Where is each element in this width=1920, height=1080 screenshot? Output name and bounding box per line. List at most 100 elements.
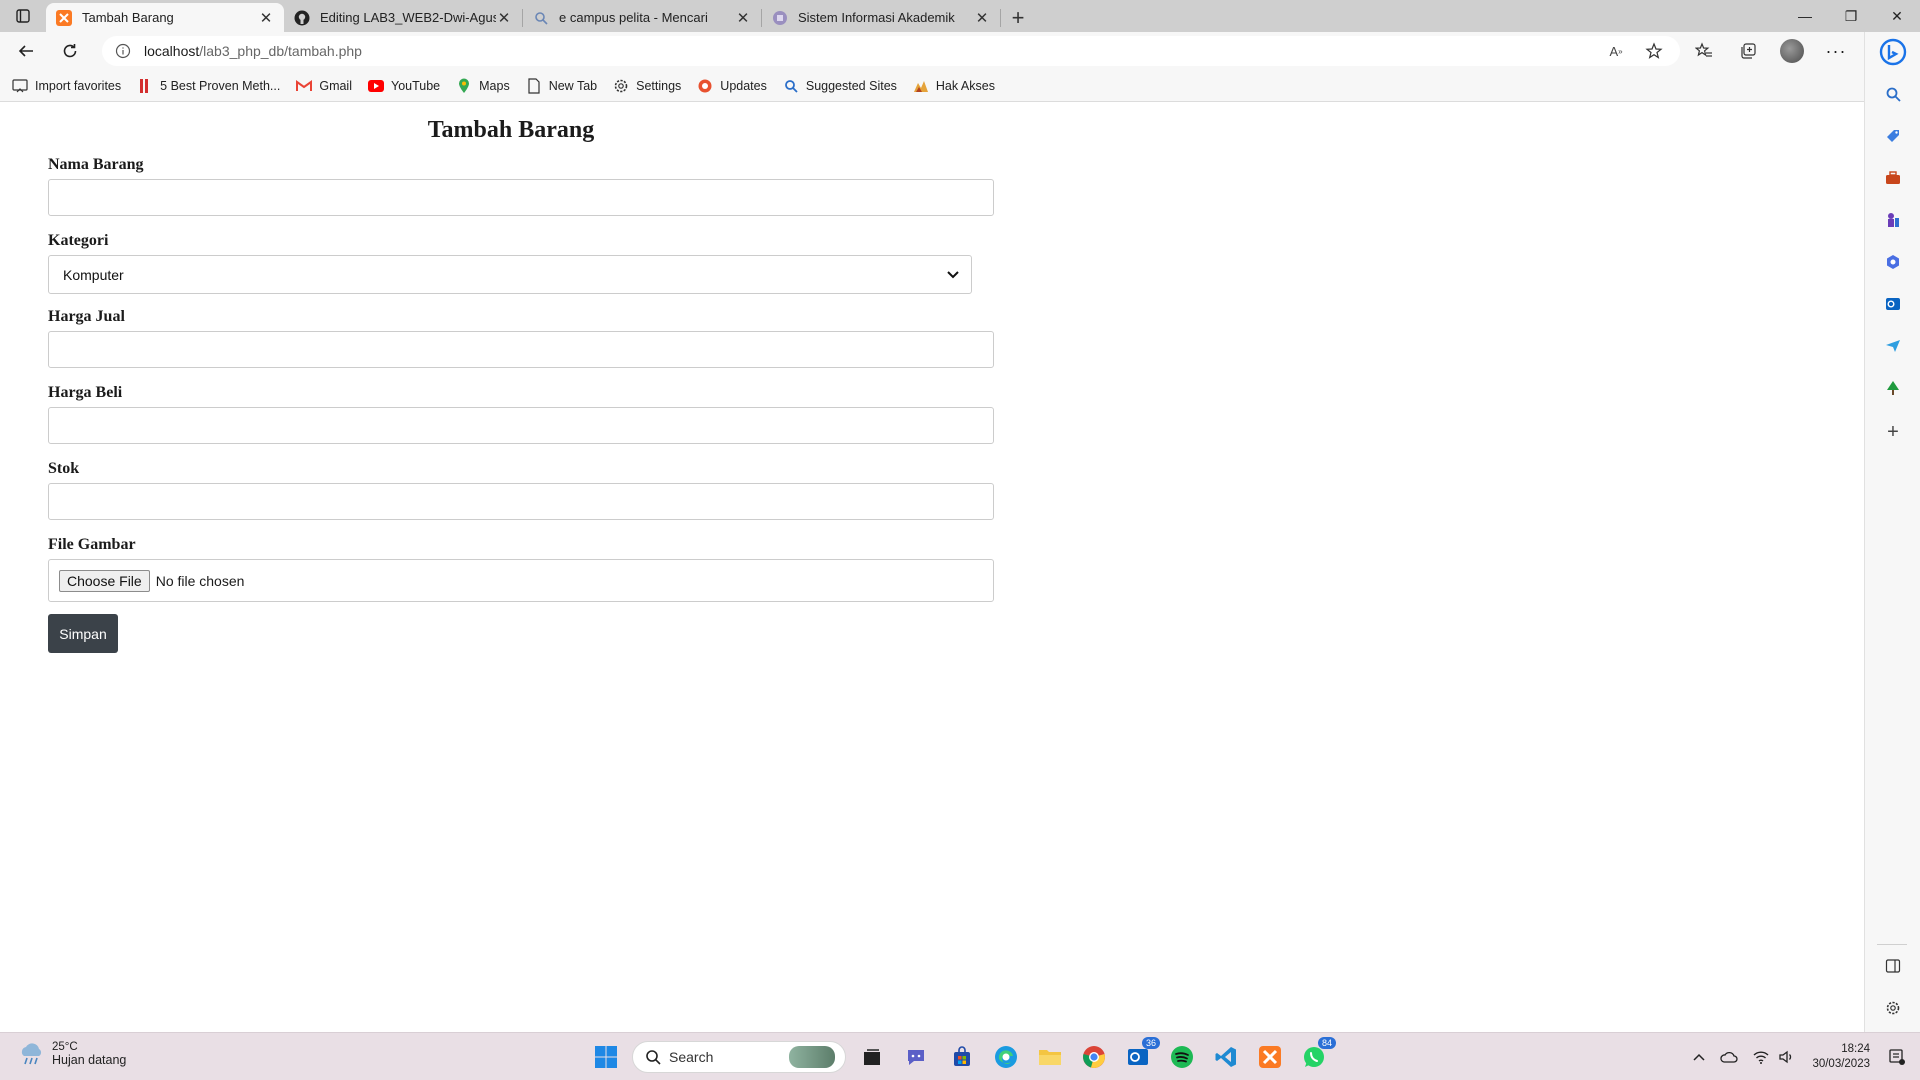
tab-siakad[interactable]: Sistem Informasi Akademik ✕ bbox=[762, 3, 1000, 32]
add-favorite-icon[interactable] bbox=[1640, 37, 1668, 65]
xampp-icon bbox=[1259, 1046, 1281, 1068]
ellipsis-icon: ··· bbox=[1825, 40, 1847, 61]
stok-input[interactable] bbox=[48, 483, 994, 520]
minimize-button[interactable]: — bbox=[1782, 0, 1828, 32]
vscode-button[interactable] bbox=[1210, 1041, 1242, 1073]
fav-maps[interactable]: Maps bbox=[456, 78, 510, 94]
xampp-button[interactable] bbox=[1254, 1041, 1286, 1073]
bing-copilot-icon[interactable] bbox=[1877, 36, 1909, 68]
close-icon[interactable]: ✕ bbox=[258, 10, 274, 27]
fav-label: New Tab bbox=[548, 78, 598, 93]
collections-button[interactable] bbox=[1728, 35, 1768, 67]
tab-github[interactable]: Editing LAB3_WEB2-Dwi-Agus-H ✕ bbox=[284, 3, 522, 32]
shopping-tag-icon[interactable] bbox=[1883, 126, 1903, 146]
fav-new-tab[interactable]: New Tab bbox=[526, 77, 598, 94]
outlook-badge: 36 bbox=[1141, 1037, 1160, 1049]
show-hidden-icons-button[interactable] bbox=[1686, 1044, 1712, 1070]
fav-updates[interactable]: Updates bbox=[697, 78, 767, 94]
task-view-button[interactable] bbox=[856, 1041, 888, 1073]
send-plane-icon[interactable] bbox=[1883, 336, 1903, 356]
spotify-button[interactable] bbox=[1166, 1041, 1198, 1073]
tab-title: e campus pelita - Mencari bbox=[559, 10, 708, 25]
search-icon bbox=[533, 10, 549, 26]
gmail-icon bbox=[296, 78, 313, 94]
fav-settings[interactable]: Settings bbox=[613, 78, 681, 94]
outlook-taskbar-button[interactable]: 36 bbox=[1122, 1037, 1160, 1073]
screen: Tambah Barang ✕ Editing LAB3_WEB2-Dwi-Ag… bbox=[0, 0, 1920, 1080]
fav-import-favorites[interactable]: Import favorites bbox=[12, 78, 121, 94]
fav-youtube[interactable]: YouTube bbox=[368, 78, 440, 94]
games-chess-icon[interactable] bbox=[1883, 210, 1903, 230]
refresh-icon bbox=[63, 44, 77, 58]
info-icon[interactable] bbox=[114, 42, 132, 60]
nama-barang-input[interactable] bbox=[48, 179, 994, 216]
tab-actions-button[interactable] bbox=[0, 0, 46, 32]
kategori-selected-value: Komputer bbox=[63, 266, 124, 283]
kategori-select[interactable]: Komputer bbox=[48, 255, 972, 294]
clock[interactable]: 18:24 30/03/2023 bbox=[1812, 1042, 1870, 1072]
teams-chat-button[interactable] bbox=[900, 1041, 932, 1073]
tree-icon[interactable] bbox=[1883, 378, 1903, 398]
fav-hak-akses[interactable]: Hak Akses bbox=[913, 78, 995, 94]
volume-button[interactable] bbox=[1774, 1044, 1800, 1070]
stok-label: Stok bbox=[48, 460, 80, 477]
favorites-button[interactable] bbox=[1684, 35, 1724, 67]
harga-jual-input[interactable] bbox=[48, 331, 994, 368]
address-bar[interactable]: localhost/lab3_php_db/tambah.php A» bbox=[102, 36, 1680, 66]
tools-briefcase-icon[interactable] bbox=[1883, 168, 1903, 188]
harga-beli-input[interactable] bbox=[48, 407, 994, 444]
close-icon[interactable]: ✕ bbox=[735, 10, 751, 27]
tab-search[interactable]: e campus pelita - Mencari ✕ bbox=[523, 3, 761, 32]
vscode-icon bbox=[1215, 1047, 1236, 1067]
store-icon bbox=[954, 1046, 970, 1066]
avatar bbox=[1780, 39, 1804, 63]
edge-button[interactable] bbox=[990, 1041, 1022, 1073]
close-window-button[interactable]: ✕ bbox=[1874, 0, 1920, 32]
read-aloud-icon[interactable]: A» bbox=[1602, 37, 1630, 65]
profile-button[interactable] bbox=[1772, 35, 1812, 67]
onedrive-button[interactable] bbox=[1716, 1044, 1742, 1070]
file-explorer-button[interactable] bbox=[1034, 1041, 1066, 1073]
start-button[interactable] bbox=[590, 1041, 622, 1073]
github-icon bbox=[294, 10, 310, 26]
microsoft-365-icon[interactable] bbox=[1883, 252, 1903, 272]
add-sidebar-app-icon[interactable]: + bbox=[1883, 421, 1903, 443]
more-menu-button[interactable]: ··· bbox=[1816, 35, 1856, 67]
close-icon[interactable]: ✕ bbox=[974, 10, 990, 27]
restore-button[interactable]: ❐ bbox=[1828, 0, 1874, 32]
outlook-icon[interactable] bbox=[1883, 294, 1903, 314]
store-button[interactable] bbox=[946, 1041, 978, 1073]
tab-actions-icon bbox=[16, 9, 30, 23]
url-host: localhost bbox=[144, 43, 200, 59]
tab-strip: Tambah Barang ✕ Editing LAB3_WEB2-Dwi-Ag… bbox=[0, 0, 1920, 32]
refresh-button[interactable] bbox=[52, 35, 88, 67]
back-button[interactable] bbox=[8, 35, 44, 67]
sidebar-layout-icon[interactable] bbox=[1883, 956, 1903, 976]
page-title: Tambah Barang bbox=[427, 117, 595, 143]
simpan-button[interactable]: Simpan bbox=[48, 614, 118, 653]
favorites-icon bbox=[1695, 42, 1712, 57]
choose-file-button[interactable]: Choose File bbox=[59, 569, 150, 592]
fav-label: Hak Akses bbox=[935, 78, 995, 93]
windows-logo-icon bbox=[595, 1046, 617, 1068]
whatsapp-button[interactable]: 84 bbox=[1298, 1037, 1336, 1073]
xampp-favicon-icon bbox=[56, 9, 72, 26]
fav-5-best-proven[interactable]: 5 Best Proven Meth... bbox=[137, 78, 280, 94]
search-icon[interactable] bbox=[1883, 84, 1903, 104]
wifi-button[interactable] bbox=[1748, 1044, 1774, 1070]
file-gambar-label: File Gambar bbox=[48, 536, 136, 553]
weather-widget[interactable]: 25°C Hujan datang bbox=[18, 1041, 126, 1067]
fav-gmail[interactable]: Gmail bbox=[296, 78, 352, 94]
chrome-button[interactable] bbox=[1078, 1041, 1110, 1073]
gear-icon[interactable] bbox=[1883, 998, 1903, 1018]
spotify-icon bbox=[1171, 1046, 1193, 1068]
close-icon[interactable]: ✕ bbox=[496, 10, 512, 27]
fav-suggested-sites[interactable]: Suggested Sites bbox=[783, 78, 897, 94]
notifications-button[interactable] bbox=[1884, 1044, 1910, 1070]
new-tab-button[interactable]: + bbox=[1001, 3, 1035, 32]
tab-tambah-barang[interactable]: Tambah Barang ✕ bbox=[46, 3, 284, 32]
taskbar-search[interactable]: Search bbox=[632, 1041, 846, 1073]
tambah-barang-form: Tambah Barang Nama Barang Kategori Kompu… bbox=[48, 117, 994, 653]
fav-label: Import favorites bbox=[35, 78, 122, 93]
import-icon bbox=[12, 78, 28, 94]
